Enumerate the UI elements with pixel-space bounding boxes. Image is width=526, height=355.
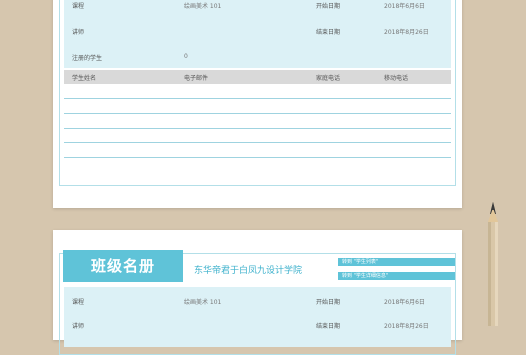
teacher-label: 讲师 — [72, 29, 85, 36]
enrolled-value: 0 — [184, 53, 188, 60]
goto-student-details-button[interactable]: 转到 "学生详细信息" — [338, 272, 455, 280]
course-value[interactable]: 绘画美术 101 — [184, 1, 221, 10]
class-info-panel: 课程 绘画美术 101 开始日期 2018年6月6日 讲师 结束日期 2018年… — [64, 287, 451, 347]
page-title: 班级名册 — [63, 250, 183, 282]
table-row[interactable] — [64, 98, 451, 99]
col-email[interactable]: 电子邮件 — [184, 73, 208, 82]
course-label: 课程 — [72, 299, 85, 306]
table-row[interactable] — [64, 157, 451, 158]
table-row[interactable] — [64, 142, 451, 143]
class-info-panel: 课程 绘画美术 101 开始日期 2018年6月6日 讲师 结束日期 2018年… — [64, 0, 451, 68]
col-student-name[interactable]: 学生姓名 — [72, 73, 96, 82]
start-date-label: 开始日期 — [316, 3, 341, 10]
start-date-label: 开始日期 — [316, 299, 341, 306]
roster-page-2: 班级名册 东华帝君于白凤九设计学院 转到 "学生列表" 转到 "学生详细信息" … — [53, 230, 462, 355]
course-label: 课程 — [72, 3, 85, 10]
start-date-value[interactable]: 2018年6月6日 — [384, 1, 425, 10]
start-date-value[interactable]: 2018年6月6日 — [384, 297, 425, 306]
course-value[interactable]: 绘画美术 101 — [184, 297, 221, 306]
student-table-header: 学生姓名 电子邮件 家庭电话 移动电话 — [64, 70, 451, 84]
col-mobile-phone[interactable]: 移动电话 — [384, 73, 408, 82]
col-home-phone[interactable]: 家庭电话 — [316, 73, 340, 82]
roster-page-1: 课程 绘画美术 101 开始日期 2018年6月6日 讲师 结束日期 2018年… — [53, 0, 462, 208]
goto-student-list-button[interactable]: 转到 "学生列表" — [338, 258, 455, 266]
enrolled-label: 注册的学生 — [72, 55, 103, 62]
table-row[interactable] — [64, 113, 451, 114]
table-row[interactable] — [64, 128, 451, 129]
end-date-label: 结束日期 — [316, 29, 341, 36]
end-date-value[interactable]: 2018年8月26日 — [384, 27, 429, 36]
school-name: 东华帝君于白凤九设计学院 — [194, 266, 303, 276]
pencil-image — [488, 202, 498, 326]
